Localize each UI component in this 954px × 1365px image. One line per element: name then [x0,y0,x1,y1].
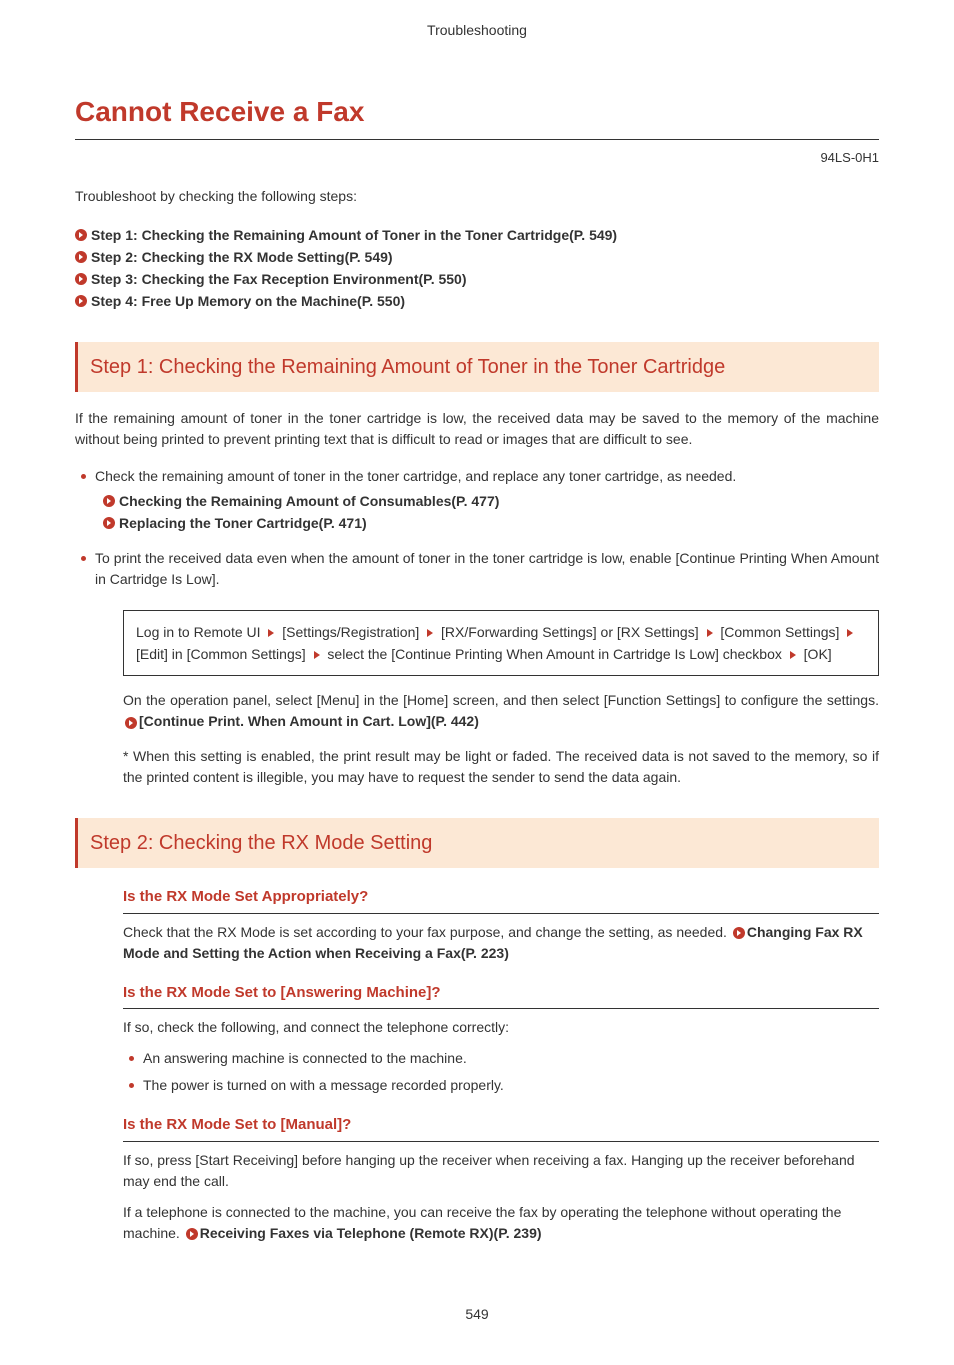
toc-link[interactable]: Step 3: Checking the Fax Reception Envir… [91,269,467,290]
box-segment: [Common Settings] [720,624,839,640]
link-continue-print[interactable]: [Continue Print. When Amount in Cart. Lo… [139,713,479,729]
step-separator-icon [427,629,433,637]
arrow-right-icon [186,1228,198,1240]
toc-list: Step 1: Checking the Remaining Amount of… [75,225,879,312]
bullet-text: Check the remaining amount of toner in t… [95,468,736,484]
step2-section: Step 2: Checking the RX Mode Setting Is … [75,818,879,1244]
step1-heading: Step 1: Checking the Remaining Amount of… [75,342,879,392]
toc-item-step3[interactable]: Step 3: Checking the Fax Reception Envir… [75,269,879,290]
operation-panel-note: On the operation panel, select [Menu] in… [123,690,879,732]
toc-item-step1[interactable]: Step 1: Checking the Remaining Amount of… [75,225,879,246]
bullet-text: To print the received data even when the… [95,550,879,587]
step-separator-icon [707,629,713,637]
q1-text: Check that the RX Mode is set according … [123,922,879,964]
q2-text: If so, check the following, and connect … [123,1017,879,1038]
panel-text: On the operation panel, select [Menu] in… [123,692,879,708]
document-id: 94LS-0H1 [75,148,879,168]
toc-item-step4[interactable]: Step 4: Free Up Memory on the Machine(P.… [75,291,879,312]
step1-bullet-check-toner: Check the remaining amount of toner in t… [75,466,879,534]
q2-heading: Is the RX Mode Set to [Answering Machine… [123,982,879,1010]
arrow-right-icon [103,495,115,507]
intro-text: Troubleshoot by checking the following s… [75,186,879,207]
toc-item-step2[interactable]: Step 2: Checking the RX Mode Setting(P. … [75,247,879,268]
toc-link[interactable]: Step 1: Checking the Remaining Amount of… [91,225,617,246]
page-title: Cannot Receive a Fax [75,91,879,133]
box-segment: [Edit] in [Common Settings] [136,646,306,662]
arrow-right-icon [75,273,87,285]
toc-link[interactable]: Step 4: Free Up Memory on the Machine(P.… [91,291,405,312]
step1-sublinks: Checking the Remaining Amount of Consuma… [95,491,879,534]
q1-text-body: Check that the RX Mode is set according … [123,924,731,940]
step1-intro: If the remaining amount of toner in the … [75,408,879,450]
link-remote-rx[interactable]: Receiving Faxes via Telephone (Remote RX… [200,1225,542,1241]
toc-link[interactable]: Step 2: Checking the RX Mode Setting(P. … [91,247,393,268]
remote-ui-steps-box: Log in to Remote UI [Settings/Registrati… [123,610,879,677]
step2-heading: Step 2: Checking the RX Mode Setting [75,818,879,868]
step-separator-icon [847,629,853,637]
arrow-right-icon [103,517,115,529]
link-replace-cartridge[interactable]: Replacing the Toner Cartridge(P. 471) [95,513,879,534]
box-segment: [OK] [804,646,832,662]
q2-bullets: An answering machine is connected to the… [123,1048,879,1096]
arrow-right-icon [733,927,745,939]
q3-heading: Is the RX Mode Set to [Manual]? [123,1114,879,1142]
box-segment: [RX/Forwarding Settings] or [RX Settings… [441,624,699,640]
q2-bullet-1: An answering machine is connected to the… [123,1048,879,1069]
link-check-consumables[interactable]: Checking the Remaining Amount of Consuma… [95,491,879,512]
arrow-right-icon [75,251,87,263]
arrow-right-icon [75,295,87,307]
box-segment: select the [Continue Printing When Amoun… [327,646,781,662]
step-separator-icon [314,651,320,659]
step2-content: Is the RX Mode Set Appropriately? Check … [75,886,879,1244]
step-separator-icon [268,629,274,637]
title-divider [75,139,879,140]
step1-footnote: * When this setting is enabled, the prin… [123,746,879,788]
arrow-right-icon [125,717,137,729]
page-number: 549 [75,1304,879,1325]
link-text[interactable]: Replacing the Toner Cartridge(P. 471) [119,513,367,534]
q3-text-2: If a telephone is connected to the machi… [123,1202,879,1244]
q2-bullet-2: The power is turned on with a message re… [123,1075,879,1096]
step1-bullets: Check the remaining amount of toner in t… [75,466,879,590]
box-segment: [Settings/Registration] [282,624,419,640]
box-segment: Log in to Remote UI [136,624,261,640]
link-text[interactable]: Checking the Remaining Amount of Consuma… [119,491,499,512]
arrow-right-icon [75,229,87,241]
step-separator-icon [790,651,796,659]
step1-section: Step 1: Checking the Remaining Amount of… [75,342,879,789]
step1-bullet-continue-printing: To print the received data even when the… [75,548,879,590]
q1-heading: Is the RX Mode Set Appropriately? [123,886,879,914]
chapter-header: Troubleshooting [75,20,879,41]
q3-text-1: If so, press [Start Receiving] before ha… [123,1150,879,1192]
